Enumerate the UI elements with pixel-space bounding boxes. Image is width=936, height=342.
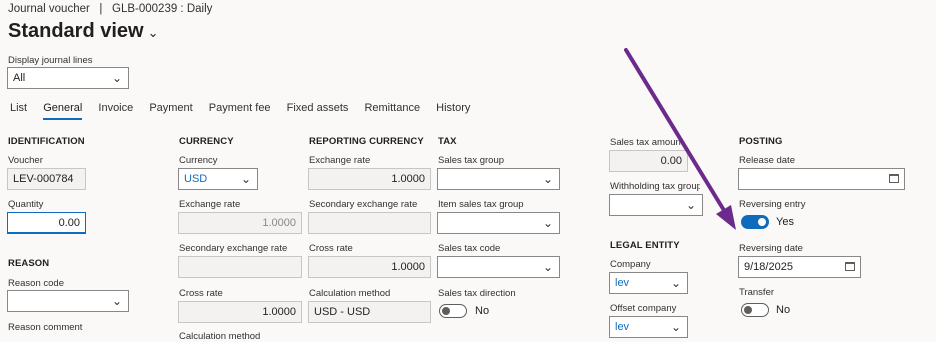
reason-comment-label: Reason comment — [8, 322, 83, 333]
voucher-label: Voucher — [8, 155, 43, 166]
exchange-rate-field[interactable]: 1.0000 — [178, 212, 302, 234]
item-sales-tax-group-select[interactable]: ⌄ — [437, 212, 560, 234]
release-date-field[interactable] — [738, 168, 905, 190]
offset-company-value: lev — [615, 321, 630, 333]
posting-header: POSTING — [739, 136, 783, 147]
reversing-date-value: 9/18/2025 — [744, 261, 793, 273]
chevron-down-icon: ⌄ — [147, 25, 159, 40]
chevron-down-icon: ⌄ — [111, 71, 122, 85]
tab-list[interactable]: List — [10, 102, 27, 114]
display-lines-select[interactable]: All ⌄ — [7, 67, 129, 89]
toggle-knob — [758, 218, 766, 226]
reversing-entry-label: Reversing entry — [739, 199, 806, 210]
breadcrumb: Journal voucher | GLB-000239 : Daily — [8, 3, 212, 15]
chevron-down-icon: ⌄ — [685, 198, 696, 212]
chevron-down-icon: ⌄ — [670, 320, 681, 334]
calendar-icon[interactable] — [845, 262, 855, 271]
sales-tax-direction-value: No — [475, 305, 490, 317]
withholding-tax-group-label: Withholding tax group — [610, 181, 700, 192]
rep-exchange-rate-field[interactable]: 1.0000 — [308, 168, 431, 190]
secondary-rate-field[interactable] — [178, 256, 302, 278]
reversing-entry-value: Yes — [776, 216, 794, 228]
exchange-rate-label: Exchange rate — [179, 199, 241, 210]
tab-invoice[interactable]: Invoice — [98, 102, 133, 114]
cross-rate-field[interactable]: 1.0000 — [178, 301, 302, 323]
chevron-down-icon: ⌄ — [542, 260, 553, 274]
toggle-knob — [442, 306, 450, 315]
reporting-currency-header: REPORTING CURRENCY — [309, 136, 424, 147]
calc-method-label: Calculation method — [179, 331, 261, 342]
legal-entity-header: LEGAL ENTITY — [610, 240, 680, 251]
tab-remittance[interactable]: Remittance — [364, 102, 420, 114]
quantity-field[interactable]: 0.00 — [7, 212, 86, 234]
rep-exchange-rate-label: Exchange rate — [309, 155, 371, 166]
reason-code-select[interactable]: ⌄ — [7, 290, 129, 312]
chevron-down-icon: ⌄ — [670, 276, 681, 290]
view-selector[interactable]: Standard view ⌄ — [8, 20, 159, 43]
tab-payment-fee[interactable]: Payment fee — [209, 102, 271, 114]
tax-header: TAX — [438, 136, 457, 147]
reversing-date-label: Reversing date — [739, 243, 803, 254]
tab-payment[interactable]: Payment — [149, 102, 192, 114]
page-title: Standard view — [8, 20, 144, 42]
sales-tax-direction-toggle[interactable] — [439, 304, 467, 318]
display-lines-value: All — [13, 72, 26, 84]
annotation-arrow-head — [716, 205, 736, 230]
voucher-field[interactable]: LEV-000784 — [7, 168, 86, 190]
sales-tax-group-select[interactable]: ⌄ — [437, 168, 560, 190]
chevron-down-icon: ⌄ — [111, 294, 122, 308]
transfer-toggle[interactable] — [741, 303, 769, 317]
reversing-entry-toggle[interactable] — [741, 215, 769, 229]
tab-fixed-assets[interactable]: Fixed assets — [287, 102, 349, 114]
quantity-label: Quantity — [8, 199, 44, 210]
currency-header: CURRENCY — [179, 136, 234, 147]
tab-history[interactable]: History — [436, 102, 470, 114]
display-lines-label: Display journal lines — [8, 55, 93, 66]
tab-bar: List General Invoice Payment Payment fee… — [10, 102, 483, 120]
sales-tax-code-select[interactable]: ⌄ — [437, 256, 560, 278]
toggle-knob — [744, 305, 752, 314]
cross-rate-label: Cross rate — [179, 288, 223, 299]
currency-value: USD — [184, 173, 208, 185]
rep-calc-method-label: Calculation method — [309, 288, 391, 299]
chevron-down-icon: ⌄ — [240, 172, 251, 186]
chevron-down-icon: ⌄ — [542, 216, 553, 230]
item-sales-tax-group-label: Item sales tax group — [438, 199, 524, 210]
reversing-date-field[interactable]: 9/18/2025 — [738, 256, 861, 278]
rep-cross-rate-label: Cross rate — [309, 243, 353, 254]
chevron-down-icon: ⌄ — [542, 172, 553, 186]
tab-general[interactable]: General — [43, 102, 83, 120]
sales-tax-group-label: Sales tax group — [438, 155, 505, 166]
transfer-value: No — [776, 304, 791, 316]
offset-company-select[interactable]: lev ⌄ — [609, 316, 688, 338]
currency-select[interactable]: USD ⌄ — [178, 168, 258, 190]
reason-code-label: Reason code — [8, 278, 64, 289]
breadcrumb-module[interactable]: Journal voucher — [8, 3, 90, 15]
release-date-label: Release date — [739, 155, 795, 166]
breadcrumb-separator: | — [99, 3, 103, 15]
rep-secondary-rate-label: Secondary exchange rate — [309, 199, 418, 210]
sales-tax-direction-label: Sales tax direction — [438, 288, 516, 299]
withholding-tax-group-select[interactable]: ⌄ — [609, 194, 703, 216]
sales-tax-code-label: Sales tax code — [438, 243, 501, 254]
calendar-icon[interactable] — [889, 174, 899, 183]
rep-cross-rate-field[interactable]: 1.0000 — [308, 256, 431, 278]
offset-company-label: Offset company — [610, 303, 677, 314]
reason-header: REASON — [8, 258, 50, 269]
currency-label: Currency — [179, 155, 218, 166]
identification-header: IDENTIFICATION — [8, 136, 85, 147]
company-select[interactable]: lev ⌄ — [609, 272, 688, 294]
sales-tax-amount-field[interactable]: 0.00 — [609, 150, 688, 172]
company-value: lev — [615, 277, 630, 289]
secondary-rate-label: Secondary exchange rate — [179, 243, 288, 254]
rep-calc-method-field[interactable]: USD - USD — [308, 301, 431, 323]
breadcrumb-record: GLB-000239 : Daily — [112, 3, 213, 15]
company-label: Company — [610, 259, 651, 270]
rep-secondary-rate-field[interactable] — [308, 212, 431, 234]
sales-tax-amount-label: Sales tax amount — [610, 137, 684, 148]
transfer-label: Transfer — [739, 287, 775, 298]
